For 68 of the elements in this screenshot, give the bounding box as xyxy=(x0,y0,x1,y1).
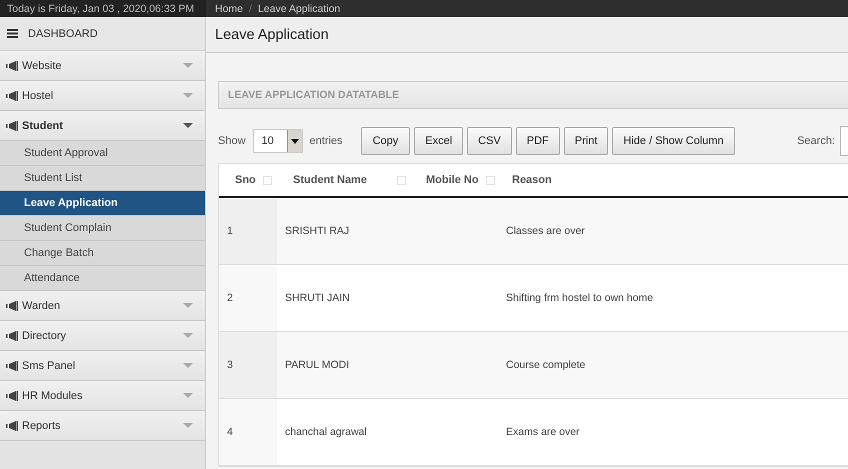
sidebar-subitem[interactable]: Attendance xyxy=(0,266,205,291)
sidebar-item[interactable]: Warden xyxy=(0,291,205,321)
breadcrumb-link[interactable]: Home xyxy=(215,3,244,17)
sidebar-subitem[interactable]: Change Batch xyxy=(0,241,205,266)
caret-icon xyxy=(183,392,193,398)
megaphone-icon xyxy=(6,300,18,310)
column-header[interactable]: Sno xyxy=(235,174,256,186)
megaphone-icon xyxy=(6,60,18,70)
sidebar-item[interactable]: HR Modules xyxy=(0,381,205,411)
sidebar-subitem[interactable]: Student Complain xyxy=(0,216,205,241)
sidebar-item[interactable]: Directory xyxy=(0,321,205,351)
table-cell: 2 xyxy=(227,292,233,304)
table-cell: SRISHTI RAJ xyxy=(285,225,350,237)
caret-icon xyxy=(183,302,193,308)
sidebar-item[interactable]: Reports xyxy=(0,411,205,441)
table-cell: 4 xyxy=(227,426,233,438)
date-text: Today is Friday, Jan 03 , 2020,06:33 PM xyxy=(0,0,206,17)
sidebar-subitem[interactable]: Leave Application xyxy=(0,191,205,216)
export-button[interactable]: Print xyxy=(564,127,608,155)
table-cell: Course complete xyxy=(506,359,586,371)
table-cell: Exams are over xyxy=(506,426,580,438)
table-cell: PARUL MODI xyxy=(285,359,350,371)
column-header[interactable]: Reason xyxy=(512,174,552,186)
column-header[interactable]: Student Name xyxy=(293,174,367,186)
column-header[interactable]: Mobile No xyxy=(426,174,479,186)
dropdown-arrow-icon xyxy=(290,138,299,144)
export-button[interactable]: CSV xyxy=(467,127,512,155)
sidebar-subitem[interactable]: Student List xyxy=(0,166,205,191)
export-button[interactable]: Excel xyxy=(414,127,464,155)
entries-label: entries xyxy=(310,135,343,147)
table-cell: Classes are over xyxy=(506,225,585,237)
sidebar-item[interactable]: Sms Panel xyxy=(0,351,205,381)
show-label: Show xyxy=(218,135,246,147)
table-cell: chanchal agrawal xyxy=(285,426,367,438)
export-button[interactable]: Copy xyxy=(360,127,410,155)
sidebar-item[interactable]: Hostel xyxy=(0,81,205,111)
caret-icon xyxy=(183,332,193,338)
table-cell: SHRUTI JAIN xyxy=(285,292,350,304)
caret-icon xyxy=(183,362,193,368)
page-size-select[interactable]: 10 xyxy=(252,129,303,153)
sidebar-subitem[interactable]: Student Approval xyxy=(0,141,205,166)
caret-icon xyxy=(183,62,193,68)
panel-title: LEAVE APPLICATION DATATABLE xyxy=(228,89,400,101)
megaphone-icon xyxy=(6,420,18,430)
sidebar-item[interactable]: Website xyxy=(0,51,205,81)
megaphone-icon xyxy=(6,90,18,100)
table-cell: 1 xyxy=(227,225,233,237)
table-cell: 3 xyxy=(227,359,233,371)
sort-icon[interactable] xyxy=(486,176,495,184)
sort-icon[interactable] xyxy=(396,176,406,184)
menu-icon xyxy=(7,29,18,38)
sidebar-item[interactable]: Student xyxy=(0,111,205,141)
caret-icon xyxy=(183,422,193,428)
export-button[interactable]: PDF xyxy=(516,127,560,155)
megaphone-icon xyxy=(6,120,18,130)
megaphone-icon xyxy=(6,330,18,340)
caret-icon xyxy=(183,122,193,128)
megaphone-icon xyxy=(6,360,18,370)
caret-icon xyxy=(183,92,193,98)
sort-icon[interactable] xyxy=(262,176,272,184)
breadcrumb-separator: / xyxy=(249,3,252,17)
table-cell: Shifting frm hostel to own home xyxy=(506,292,654,304)
export-button[interactable]: Hide / Show Column xyxy=(612,127,735,155)
page-title: Leave Application xyxy=(215,26,329,42)
breadcrumb-link[interactable]: Leave Application xyxy=(258,3,340,17)
search-label: Search: xyxy=(797,135,835,147)
search-field[interactable] xyxy=(840,126,848,156)
megaphone-icon xyxy=(6,390,18,400)
